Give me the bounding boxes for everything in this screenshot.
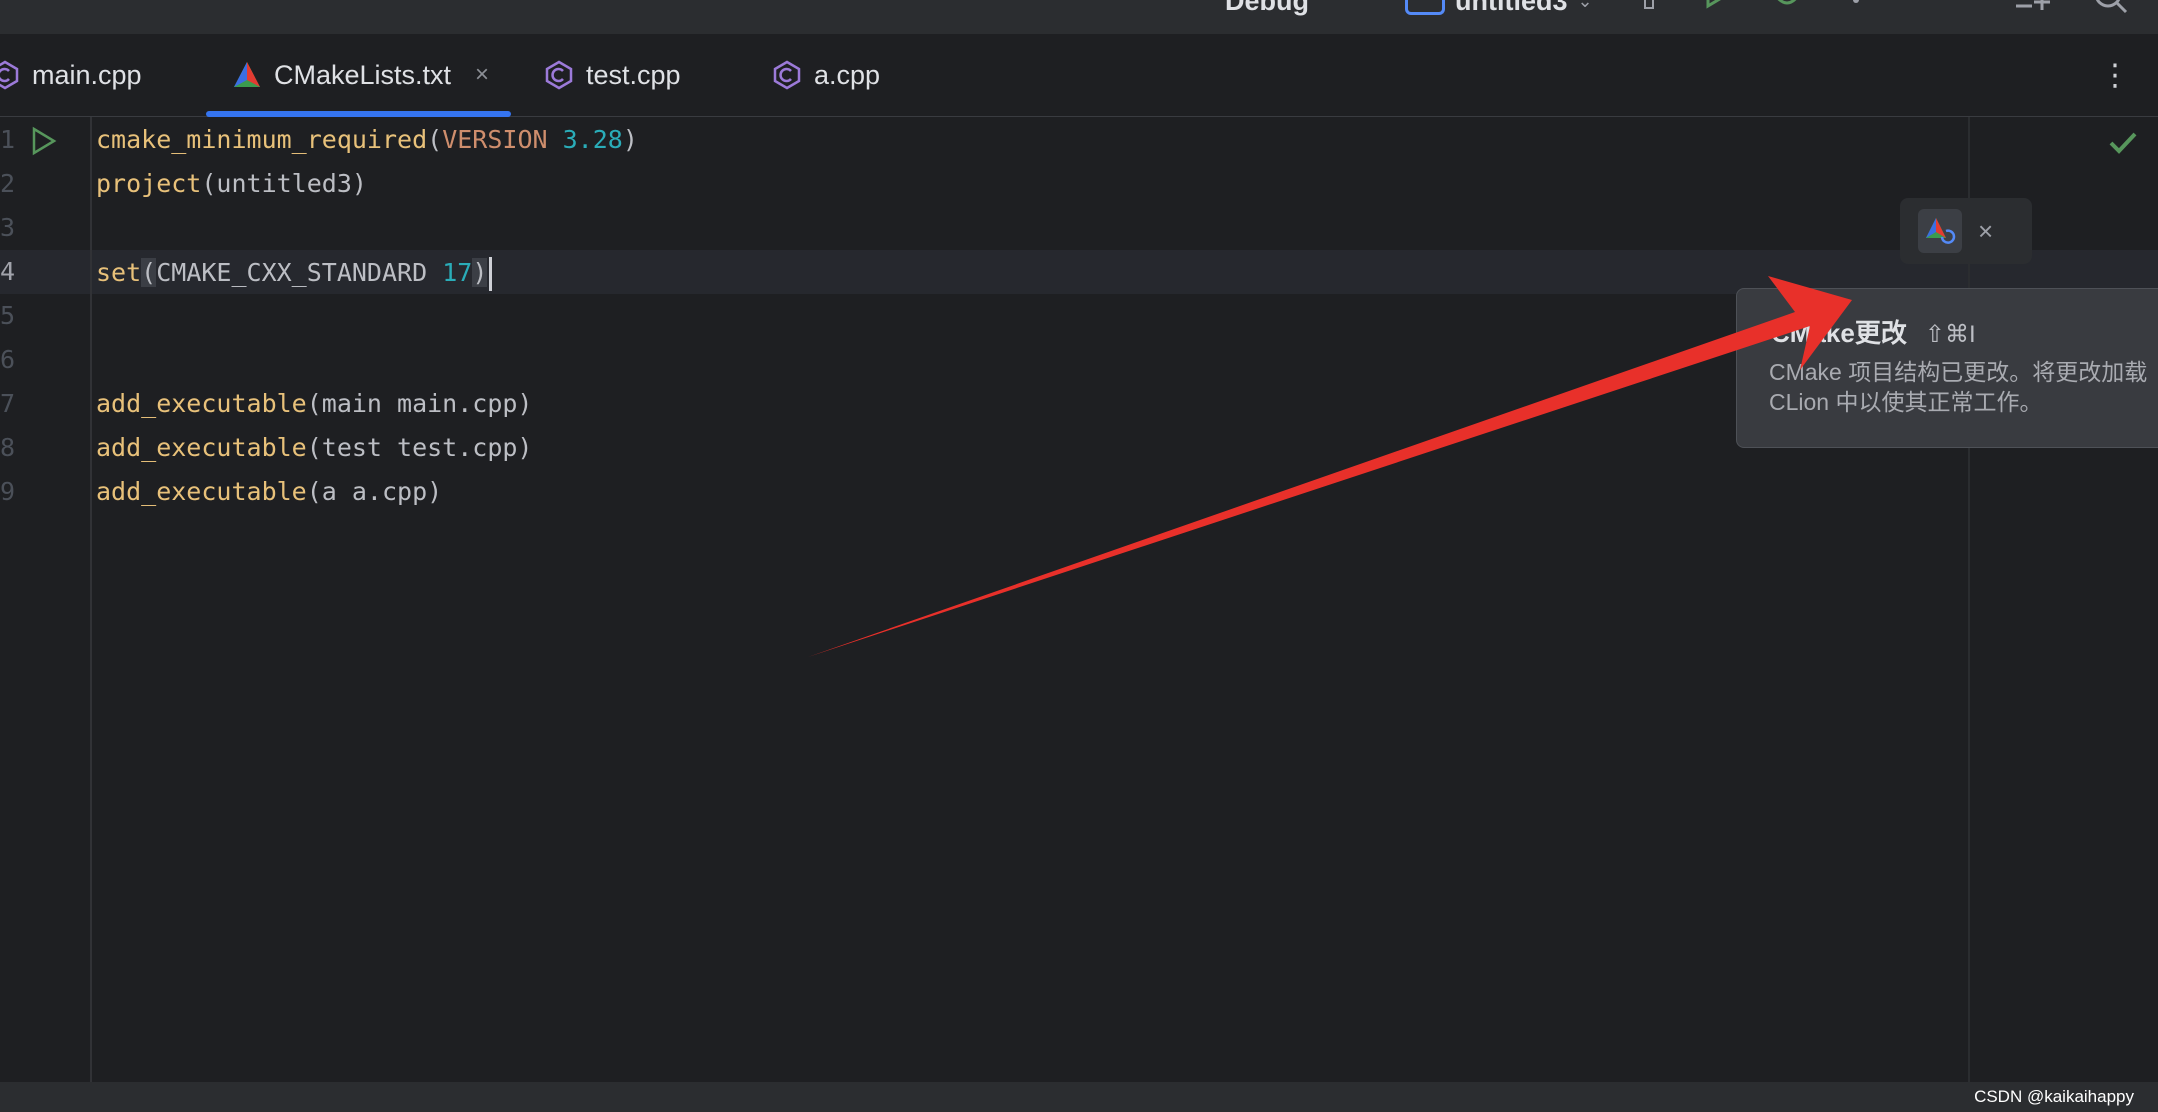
tooltip-description: CMake 项目结构已更改。将更改加载 CLion 中以使其正常工作。 [1769, 357, 2147, 417]
line-number: 2 [0, 169, 16, 198]
tab-a-cpp[interactable]: a.cpp [772, 34, 880, 116]
main-toolbar: Debug untitled3 ⌄ [0, 0, 2158, 35]
line-number: 1 [0, 125, 16, 154]
code-line-1: cmake_minimum_required(VERSION 3.28) [96, 125, 638, 154]
cmake-changes-tooltip: CMake更改 ⇧⌘I CMake 项目结构已更改。将更改加载 CLion 中以使… [1736, 288, 2158, 448]
code-function: project [96, 169, 202, 198]
code-paren-highlight: ) [472, 258, 488, 287]
tooltip-desc-line: CMake 项目结构已更改。将更改加载 [1769, 359, 2148, 385]
cmake-reload-popup: × [1900, 198, 2032, 264]
tab-label: main.cpp [32, 59, 142, 90]
code-args: CMAKE_CXX_STANDARD [156, 258, 443, 287]
code-line-7: add_executable(main main.cpp) [96, 389, 533, 418]
project-name: untitled3 [1455, 0, 1568, 16]
cpp-file-icon [773, 60, 801, 90]
add-user-icon[interactable] [2012, 0, 2052, 12]
code-number: 3.28 [562, 125, 623, 154]
chevron-down-icon: ⌄ [1577, 0, 1593, 11]
code-line-2: project(untitled3) [96, 169, 367, 198]
code-number: 17 [442, 258, 473, 287]
watermark-text: CSDN @kaikaihappy [1974, 1087, 2134, 1106]
code-function: add_executable [96, 433, 307, 462]
gutter-divider [90, 117, 92, 1082]
more-actions-icon[interactable] [1852, 0, 1860, 6]
line-number: 3 [0, 213, 16, 242]
tooltip-title: CMake更改 ⇧⌘I [1771, 313, 1976, 350]
line-number: 6 [0, 345, 16, 374]
code-paren: ( [427, 125, 443, 154]
text-caret [489, 257, 493, 291]
line-number: 5 [0, 301, 16, 330]
code-args: (a a.cpp) [306, 477, 443, 506]
tooltip-title-text: CMake更改 [1771, 318, 1907, 348]
tab-main-cpp[interactable]: main.cpp [0, 34, 142, 116]
code-function: add_executable [96, 389, 307, 418]
code-line-8: add_executable(test test.cpp) [96, 433, 533, 462]
code-paren: ) [622, 125, 638, 154]
tab-label: test.cpp [586, 59, 681, 90]
run-icon[interactable] [1706, 0, 1732, 10]
line-number: 4 [0, 257, 16, 286]
close-popup-icon[interactable]: × [1978, 216, 1993, 247]
tab-cmakelists[interactable]: CMakeLists.txt × [206, 34, 512, 117]
project-icon [1405, 0, 1445, 15]
cpp-file-icon [0, 60, 19, 90]
reload-cmake-button[interactable] [1918, 209, 1962, 253]
code-function: add_executable [96, 477, 307, 506]
close-tab-icon[interactable]: × [475, 61, 489, 89]
cpp-file-icon [545, 60, 573, 90]
editor-tab-bar: main.cpp CMakeLists.txt × test.cpp a.cpp [0, 34, 2158, 117]
run-configuration-selector[interactable]: Debug [1225, 0, 1309, 17]
code-paren-highlight: ( [141, 258, 157, 287]
tooltip-desc-line: CLion 中以使其正常工作。 [1769, 389, 2043, 415]
code-line-4: set(CMAKE_CXX_STANDARD 17) [96, 257, 493, 291]
code-function: cmake_minimum_required [96, 125, 428, 154]
tab-test-cpp[interactable]: test.cpp [544, 34, 681, 116]
status-bar [0, 1082, 2158, 1112]
code-args: (untitled3) [201, 169, 367, 198]
code-args: (main main.cpp) [306, 389, 533, 418]
code-keyword: VERSION [442, 125, 548, 154]
debug-icon[interactable] [1772, 0, 1802, 10]
code-args: (test test.cpp) [306, 433, 533, 462]
line-number: 9 [0, 477, 16, 506]
cmake-reload-icon [1926, 218, 1956, 244]
no-problems-check-icon[interactable] [2108, 130, 2138, 156]
run-gutter-icon[interactable] [30, 126, 58, 156]
tab-options-menu[interactable]: ⋮ [2100, 34, 2130, 116]
tab-label: a.cpp [814, 59, 881, 90]
project-selector[interactable]: untitled3 ⌄ [1405, 0, 1593, 17]
cmake-icon [234, 62, 260, 87]
tab-label: CMakeLists.txt [274, 59, 452, 90]
search-icon[interactable] [2092, 0, 2132, 14]
code-function: set [96, 258, 142, 287]
tooltip-shortcut: ⇧⌘I [1924, 321, 1976, 348]
line-number: 7 [0, 389, 16, 418]
line-number: 8 [0, 433, 16, 462]
code-line-9: add_executable(a a.cpp) [96, 477, 442, 506]
device-icon[interactable] [1644, 0, 1656, 10]
